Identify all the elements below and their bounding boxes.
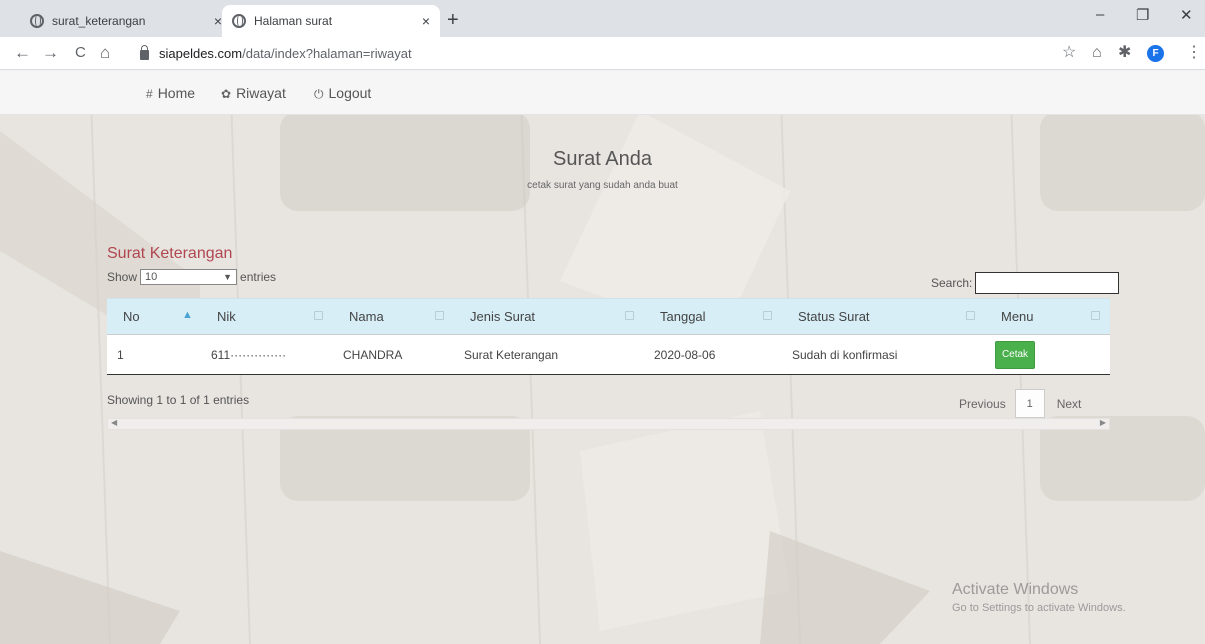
- url-host: siapeldes.com: [159, 45, 243, 61]
- new-tab-button[interactable]: +: [447, 9, 459, 32]
- sort-icon: [1091, 311, 1100, 320]
- page-1-button[interactable]: 1: [1014, 389, 1045, 418]
- search-control: Search:: [931, 272, 1120, 294]
- column-header-nama[interactable]: Nama: [333, 298, 454, 335]
- cell-no: 1: [107, 334, 201, 375]
- extension-icon[interactable]: ⌂: [1092, 44, 1102, 62]
- watermark-subtitle: Go to Settings to activate Windows.: [952, 602, 1126, 614]
- search-label: Search:: [931, 276, 973, 290]
- tab-title: Halaman surat: [254, 14, 333, 28]
- tab-close-icon[interactable]: ×: [422, 13, 430, 29]
- section-title: Surat Keterangan: [107, 245, 233, 262]
- watermark-title: Activate Windows: [952, 581, 1079, 598]
- horizontal-scrollbar[interactable]: ◀ ▶: [107, 418, 1110, 430]
- globe-icon: [232, 14, 246, 28]
- page-subtitle: cetak surat yang sudah anda buat: [527, 180, 678, 191]
- sort-icon: [763, 311, 772, 320]
- kebab-menu-icon[interactable]: ⋮: [1186, 44, 1202, 62]
- main-content: Surat Anda cetak surat yang sudah anda b…: [0, 71, 1205, 644]
- cell-menu: Cetak: [985, 334, 1110, 375]
- previous-button[interactable]: Previous: [959, 397, 1006, 411]
- tab-close-icon[interactable]: ×: [214, 13, 222, 29]
- address-bar[interactable]: siapeldes.com/data/index?halaman=riwayat: [140, 40, 1205, 66]
- column-header-no[interactable]: No ▲: [107, 298, 201, 335]
- lock-icon: [140, 45, 149, 60]
- column-header-nik[interactable]: Nik: [201, 298, 333, 335]
- star-bookmark-icon[interactable]: ☆: [1062, 44, 1076, 62]
- entries-label: entries: [240, 270, 277, 284]
- globe-icon: [30, 14, 44, 28]
- sort-icon: [435, 311, 444, 320]
- browser-toolbar: ← → C ⌂ siapeldes.com/data/index?halaman…: [0, 37, 1205, 70]
- reload-icon[interactable]: C: [75, 43, 86, 63]
- tab-surat-keterangan[interactable]: surat_keterangan ×: [20, 5, 232, 37]
- minimize-icon[interactable]: –: [1096, 6, 1104, 23]
- close-window-icon[interactable]: ✕: [1180, 6, 1193, 24]
- chevron-down-icon: ▼: [223, 272, 233, 282]
- url-path: /data/index?halaman=riwayat: [242, 45, 412, 61]
- search-input[interactable]: [975, 272, 1120, 294]
- forward-arrow-icon[interactable]: →: [42, 43, 59, 63]
- column-header-jenis-surat[interactable]: Jenis Surat: [454, 298, 644, 335]
- browser-tab-bar: surat_keterangan × Halaman surat × + – ❐…: [0, 0, 1205, 37]
- column-header-menu[interactable]: Menu: [985, 298, 1110, 335]
- table-header-row: No ▲ Nik Nama Jenis Surat Tanggal Status …: [107, 298, 1110, 335]
- cell-jenis-surat: Surat Keterangan: [454, 334, 644, 375]
- maximize-icon[interactable]: ❐: [1136, 6, 1149, 24]
- profile-avatar[interactable]: F: [1147, 45, 1164, 62]
- page-size-control: Show 10 ▼ entries: [107, 269, 276, 285]
- sort-icon: [966, 311, 975, 320]
- column-header-status-surat[interactable]: Status Surat: [782, 298, 985, 335]
- cell-nik: 611··············: [201, 334, 333, 375]
- back-arrow-icon[interactable]: ←: [14, 43, 31, 63]
- tab-title: surat_keterangan: [52, 14, 146, 28]
- tab-halaman-surat[interactable]: Halaman surat ×: [222, 5, 440, 37]
- sort-icon: [314, 311, 323, 320]
- show-label: Show: [107, 270, 138, 284]
- page-size-value: 10: [145, 271, 158, 283]
- next-button[interactable]: Next: [1057, 397, 1082, 411]
- cell-tanggal: 2020-08-06: [644, 334, 782, 375]
- table-info: Showing 1 to 1 of 1 entries: [107, 393, 250, 407]
- cell-status: Sudah di konfirmasi: [782, 334, 985, 375]
- sort-icon: [625, 311, 634, 320]
- cetak-button[interactable]: Cetak: [995, 340, 1035, 369]
- letters-table: No ▲ Nik Nama Jenis Surat Tanggal Status …: [107, 298, 1110, 375]
- pagination: Previous 1 Next: [959, 389, 1081, 418]
- page-viewport: # Home ✿ Riwayat ⏻ Logout Surat Anda cetak …: [0, 71, 1205, 644]
- page-title: Surat Anda: [553, 148, 652, 170]
- column-header-tanggal[interactable]: Tanggal: [644, 298, 782, 335]
- activate-windows-watermark: Activate Windows Go to Settings to activ…: [952, 581, 1126, 614]
- table-row: 1 611·············· CHANDRA Surat Ketera…: [107, 334, 1110, 375]
- home-icon[interactable]: ⌂: [100, 43, 110, 63]
- puzzle-icon[interactable]: ✱: [1118, 44, 1131, 62]
- scroll-right-icon[interactable]: ▶: [1100, 418, 1106, 427]
- page-size-select[interactable]: 10 ▼: [140, 269, 238, 285]
- cell-nama: CHANDRA: [333, 334, 454, 375]
- sort-asc-icon: ▲: [182, 309, 193, 321]
- scroll-left-icon[interactable]: ◀: [111, 418, 117, 427]
